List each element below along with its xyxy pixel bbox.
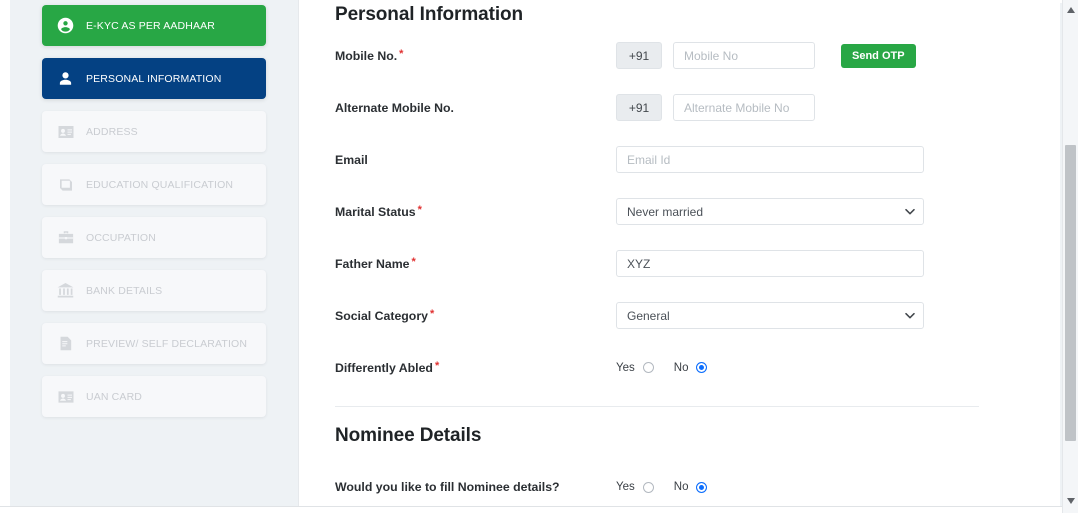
send-otp-button[interactable]: Send OTP bbox=[841, 43, 916, 68]
sidebar-item-ekyc-as-per-aadhaar[interactable]: E-KYC AS PER AADHAAR bbox=[42, 5, 266, 46]
scroll-up-arrow-icon[interactable] bbox=[1063, 2, 1078, 18]
sidebar-item-label: PERSONAL INFORMATION bbox=[86, 72, 222, 85]
sidebar-item-label: BANK DETAILS bbox=[86, 284, 163, 297]
differently-abled-no-option[interactable]: No bbox=[674, 362, 708, 374]
left-gutter bbox=[0, 0, 10, 506]
field-row-nominee-question: Would you like to fill Nominee details? … bbox=[335, 480, 1021, 494]
field-row-marital-status: Marital Status * Never married bbox=[335, 198, 1021, 225]
email-label-text: Email bbox=[335, 152, 368, 167]
field-row-alternate-mobile: Alternate Mobile No. +91 bbox=[335, 94, 1021, 121]
sidebar-item-label: E-KYC AS PER AADHAAR bbox=[86, 19, 216, 32]
differently-abled-yes-radio[interactable] bbox=[642, 362, 654, 373]
nominee-no-option[interactable]: No bbox=[674, 481, 708, 493]
sidebar-item-occupation[interactable]: OCCUPATION bbox=[42, 217, 266, 258]
differently-abled-label-text: Differently Abled bbox=[335, 360, 433, 375]
father-name-label-text: Father Name bbox=[335, 256, 410, 271]
required-mark: * bbox=[417, 203, 422, 216]
marital-status-label-text: Marital Status bbox=[335, 204, 416, 219]
mobile-country-prefix: +91 bbox=[616, 42, 662, 69]
form-content-panel: Personal Information Mobile No.* +91 Sen… bbox=[298, 0, 1060, 506]
marital-status-select-wrap: Never married bbox=[616, 198, 924, 225]
user-circle-icon bbox=[55, 15, 76, 36]
bank-icon bbox=[55, 280, 76, 301]
differently-abled-yes-label: Yes bbox=[616, 361, 635, 374]
mobile-input[interactable] bbox=[673, 42, 815, 69]
mobile-control-group: +91 Send OTP bbox=[616, 42, 916, 69]
email-control-group bbox=[616, 146, 924, 173]
user-icon bbox=[55, 68, 76, 89]
section-divider bbox=[335, 406, 979, 407]
nominee-yes-option[interactable]: Yes bbox=[616, 481, 654, 493]
required-mark: * bbox=[399, 47, 404, 60]
alternate-mobile-input[interactable] bbox=[673, 94, 815, 121]
sidebar-item-address[interactable]: ADDRESS bbox=[42, 111, 266, 152]
differently-abled-no-radio[interactable] bbox=[696, 362, 708, 373]
nominee-no-label: No bbox=[673, 481, 689, 493]
required-mark: * bbox=[411, 255, 416, 268]
mobile-label: Mobile No. * bbox=[335, 47, 616, 63]
required-mark: * bbox=[429, 307, 435, 320]
alternate-mobile-label-text: Alternate Mobile No. bbox=[335, 100, 454, 115]
nominee-no-radio[interactable] bbox=[696, 481, 708, 493]
field-row-differently-abled: Differently Abled * Yes No bbox=[335, 354, 1021, 381]
page-bottom-edge bbox=[0, 506, 1062, 513]
document-icon bbox=[55, 333, 76, 354]
sidebar-item-label: PREVIEW/ SELF DECLARATION bbox=[86, 337, 248, 350]
field-row-mobile: Mobile No.* +91 Send OTP bbox=[335, 42, 1021, 69]
marital-status-select[interactable]: Never married bbox=[616, 198, 924, 225]
id-card-icon bbox=[55, 386, 76, 407]
differently-abled-label: Differently Abled * bbox=[335, 359, 616, 375]
field-row-social-category: Social Category * General bbox=[335, 302, 1021, 329]
alternate-mobile-control-group: +91 bbox=[616, 94, 815, 121]
id-card-icon bbox=[55, 121, 76, 142]
nominee-radio-group: Yes No bbox=[616, 481, 727, 493]
differently-abled-yes-option[interactable]: Yes bbox=[616, 362, 654, 374]
sidebar-item-label: EDUCATION QUALIFICATION bbox=[86, 178, 234, 191]
nominee-yes-label: Yes bbox=[616, 481, 635, 493]
field-row-email: Email bbox=[335, 146, 1021, 173]
alternate-mobile-label: Alternate Mobile No. bbox=[335, 101, 616, 115]
page-title: Personal Information bbox=[335, 4, 524, 25]
step-sidebar: E-KYC AS PER AADHAAR PERSONAL INFORMATIO… bbox=[10, 0, 298, 506]
application-root: E-KYC AS PER AADHAAR PERSONAL INFORMATIO… bbox=[0, 0, 1078, 513]
mobile-label-text: Mobile No. bbox=[335, 48, 398, 63]
father-name-input[interactable] bbox=[616, 250, 924, 277]
differently-abled-radio-group: Yes No bbox=[616, 362, 727, 374]
sidebar-item-personal-information[interactable]: PERSONAL INFORMATION bbox=[42, 58, 266, 99]
sidebar-item-uan-card[interactable]: UAN CARD bbox=[42, 376, 266, 417]
sidebar-item-preview-self-declaration[interactable]: PREVIEW/ SELF DECLARATION bbox=[42, 323, 266, 364]
father-name-control-group bbox=[616, 250, 924, 277]
alternate-mobile-country-prefix: +91 bbox=[616, 94, 662, 121]
social-category-select[interactable]: General bbox=[616, 302, 924, 329]
sidebar-item-label: ADDRESS bbox=[86, 125, 138, 138]
social-category-label: Social Category * bbox=[335, 307, 616, 323]
briefcase-icon bbox=[55, 227, 76, 248]
father-name-label: Father Name * bbox=[335, 255, 616, 271]
scroll-down-arrow-icon[interactable] bbox=[1063, 493, 1078, 509]
scrollbar-thumb[interactable] bbox=[1065, 145, 1076, 441]
nominee-section-title: Nominee Details bbox=[335, 425, 482, 446]
nominee-yes-radio[interactable] bbox=[642, 481, 654, 493]
vertical-scrollbar[interactable] bbox=[1062, 0, 1078, 513]
form-inner: Personal Information Mobile No.* +91 Sen… bbox=[335, 0, 1021, 506]
social-category-control-group: General bbox=[616, 302, 924, 329]
required-mark: * bbox=[434, 359, 440, 372]
nominee-question-label: Would you like to fill Nominee details? bbox=[335, 480, 560, 494]
social-category-label-text: Social Category bbox=[335, 308, 428, 323]
sidebar-item-label: OCCUPATION bbox=[86, 231, 156, 244]
sidebar-item-education-qualification[interactable]: EDUCATION QUALIFICATION bbox=[42, 164, 266, 205]
social-category-select-wrap: General bbox=[616, 302, 924, 329]
field-row-father-name: Father Name * bbox=[335, 250, 1021, 277]
book-icon bbox=[55, 174, 76, 195]
sidebar-item-bank-details[interactable]: BANK DETAILS bbox=[42, 270, 266, 311]
marital-status-label: Marital Status * bbox=[335, 203, 616, 219]
sidebar-item-label: UAN CARD bbox=[86, 390, 143, 403]
differently-abled-no-label: No bbox=[673, 361, 689, 374]
email-input[interactable] bbox=[616, 146, 924, 173]
email-label: Email bbox=[335, 153, 616, 167]
marital-status-control-group: Never married bbox=[616, 198, 924, 225]
